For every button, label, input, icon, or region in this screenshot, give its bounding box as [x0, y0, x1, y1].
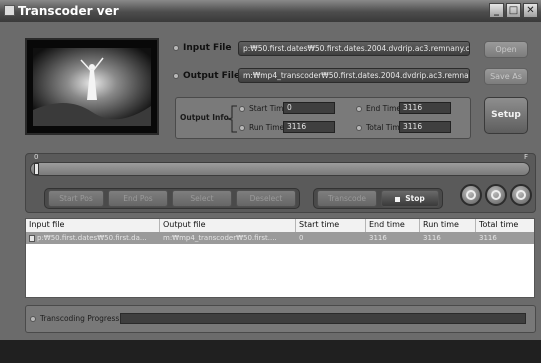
circle-button-3[interactable]: [510, 184, 532, 206]
run-time-label: Run Time: [249, 123, 285, 132]
circle-button-2[interactable]: [485, 184, 507, 206]
progress-label: Transcoding Progress: [40, 314, 120, 323]
minimize-button[interactable]: _: [489, 3, 504, 18]
bullet-icon: [239, 125, 245, 131]
bullet-icon: [173, 72, 179, 79]
save-as-button[interactable]: Save As: [484, 68, 528, 85]
start-time-field[interactable]: 0: [283, 102, 335, 114]
bullet-icon: [356, 106, 362, 112]
column-header[interactable]: Output file: [160, 219, 296, 232]
seek-end-tick: F: [524, 153, 529, 161]
deselect-button[interactable]: Deselect: [236, 190, 296, 207]
input-file-label-row: Input File: [173, 43, 231, 53]
ring-icon: [516, 190, 526, 200]
start-time-label-row: Start Time: [239, 104, 288, 113]
bullet-icon: [356, 125, 362, 131]
column-header[interactable]: End time: [366, 219, 420, 232]
seek-thumb[interactable]: [34, 163, 39, 175]
video-preview: [25, 38, 159, 135]
stop-label: Stop: [405, 194, 425, 203]
title-bar[interactable]: Transcoder ver _ □ ✕: [0, 0, 541, 22]
setup-button[interactable]: Setup: [484, 97, 528, 134]
select-button[interactable]: Select: [172, 190, 232, 207]
window-title: Transcoder ver: [18, 4, 119, 18]
bullet-icon: [173, 44, 179, 51]
input-file-field[interactable]: p:₩50.first.dates₩50.first.dates.2004.dv…: [238, 41, 470, 56]
ring-icon: [491, 190, 501, 200]
transcoding-progress-bar: [120, 313, 526, 324]
input-file-cell: p:₩50.first.dates₩50.first.da...: [26, 233, 160, 244]
seek-slider[interactable]: [30, 162, 530, 176]
input-file-label: Input File: [183, 43, 232, 53]
start-time-cell: 0: [299, 234, 304, 242]
file-icon: [29, 234, 35, 242]
total-time-label-row: Total Time: [356, 123, 404, 132]
circle-button-1[interactable]: [460, 184, 482, 206]
run-time-cell: 3116: [423, 234, 441, 242]
progress-label-row: Transcoding Progress: [30, 314, 119, 323]
bullet-icon: [239, 106, 245, 112]
close-button[interactable]: ✕: [523, 3, 538, 18]
output-info-panel: Output Info Start Time 0 End Time 3116 R…: [175, 97, 471, 139]
ring-icon: [466, 190, 476, 200]
column-header[interactable]: Run time: [420, 219, 476, 232]
video-frame-image: [27, 40, 157, 133]
app-icon: [4, 5, 15, 16]
stop-button[interactable]: Stop: [381, 190, 439, 207]
open-button[interactable]: Open: [484, 41, 528, 58]
table-header: Input file Output file Start time End ti…: [26, 219, 534, 233]
bullet-icon: [30, 316, 36, 322]
total-time-field[interactable]: 3116: [399, 121, 451, 133]
output-file-cell: m:₩mp4_transcoder₩50.first....: [163, 234, 277, 242]
transcoder-window: Transcoder ver _ □ ✕ Input File p:₩50.fi…: [0, 0, 541, 363]
end-time-field[interactable]: 3116: [399, 102, 451, 114]
column-header[interactable]: Start time: [296, 219, 366, 232]
end-time-label-row: End Time: [356, 104, 401, 113]
end-pos-button[interactable]: End Pos: [108, 190, 168, 207]
output-file-label: Output File: [183, 71, 241, 81]
end-time-cell: 3116: [369, 234, 387, 242]
output-info-label: Output Info: [180, 113, 229, 122]
total-time-cell: 3116: [479, 234, 497, 242]
stop-icon: [395, 196, 401, 202]
table-row[interactable]: p:₩50.first.dates₩50.first.da... m:₩mp4_…: [26, 233, 534, 244]
run-time-label-row: Run Time: [239, 123, 284, 132]
output-file-label-row: Output File: [173, 71, 240, 81]
start-pos-button[interactable]: Start Pos: [48, 190, 104, 207]
column-header[interactable]: Input file: [26, 219, 160, 232]
transcode-button[interactable]: Transcode: [317, 190, 377, 207]
maximize-button[interactable]: □: [506, 3, 521, 18]
job-table[interactable]: Input file Output file Start time End ti…: [25, 218, 535, 298]
output-file-field[interactable]: m:₩mp4_transcoder₩50.first.dates.2004.dv…: [238, 68, 470, 83]
bottom-strip: [0, 340, 541, 363]
seek-start-tick: 0: [34, 153, 39, 161]
run-time-field[interactable]: 3116: [283, 121, 335, 133]
bracket-icon: [228, 105, 237, 133]
column-header[interactable]: Total time: [476, 219, 534, 232]
end-time-label: End Time: [366, 104, 401, 113]
